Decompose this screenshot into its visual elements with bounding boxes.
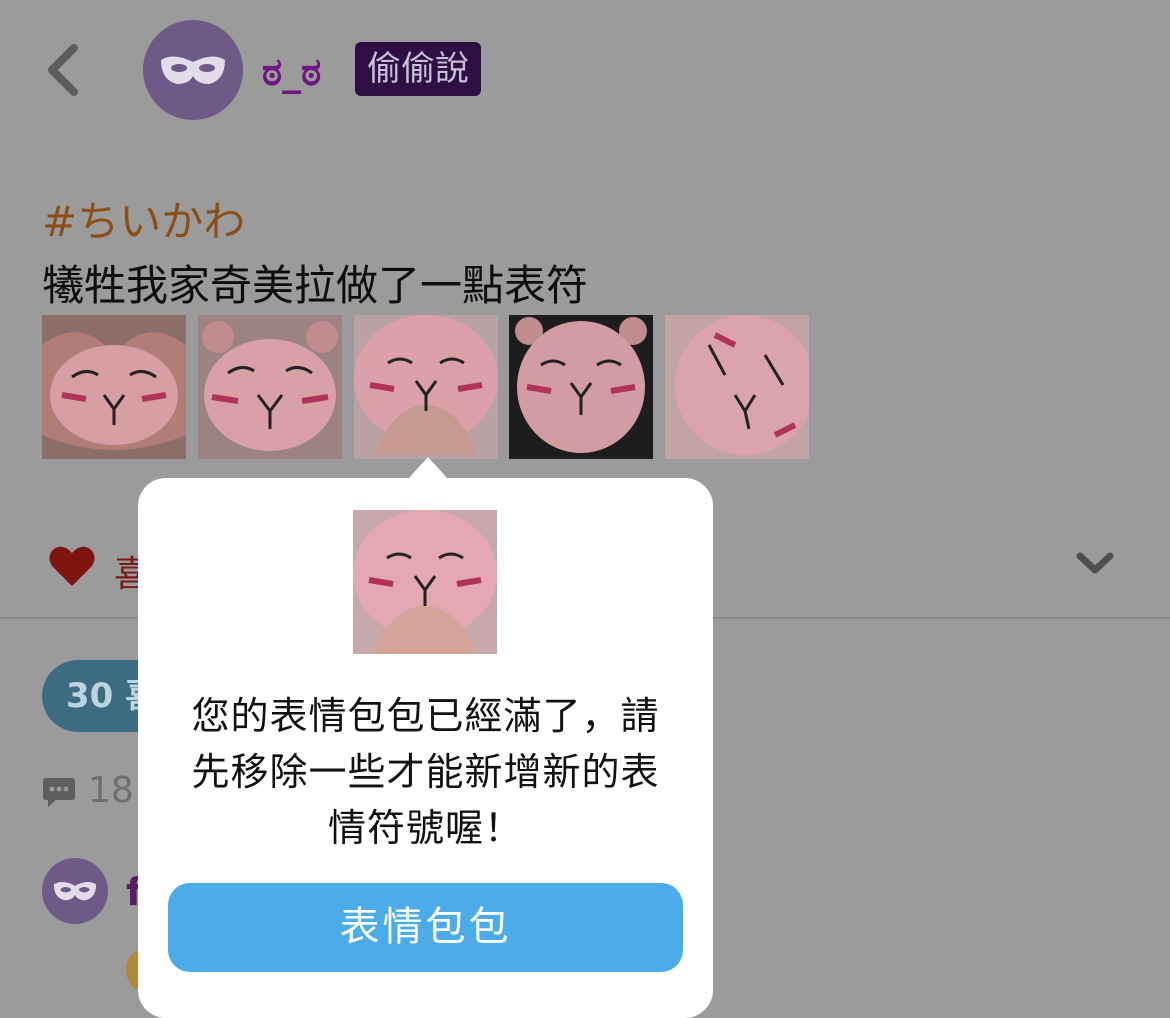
comment-button[interactable]: [42, 776, 76, 808]
back-button[interactable]: [40, 40, 90, 100]
sticker-thumbnail-3[interactable]: [354, 315, 498, 459]
sticker-thumbnail-1[interactable]: [42, 315, 186, 459]
sticker-image: [354, 315, 498, 459]
anonymous-badge: 偷偷說: [355, 42, 481, 96]
sticker-pack-button[interactable]: 表情包包: [168, 883, 683, 972]
expand-button[interactable]: [1074, 548, 1116, 580]
speech-bubble-icon: [43, 778, 75, 807]
author-name[interactable]: ಠ_ಠ: [262, 50, 321, 95]
reply-avatar[interactable]: [42, 858, 108, 924]
comment-count: 18: [88, 770, 134, 811]
heart-icon: [49, 546, 95, 586]
popup-message: 您的表情包包已經滿了，請 先移除一些才能新增新的表 情符號喔！: [162, 688, 689, 856]
sticker-thumbnail-4[interactable]: [509, 315, 653, 459]
sticker-full-popup: 您的表情包包已經滿了，請 先移除一些才能新增新的表 情符號喔！ 表情包包: [138, 478, 713, 1018]
author-avatar[interactable]: [143, 20, 243, 120]
sticker-image: [509, 315, 653, 459]
sticker-thumbnail-2[interactable]: [198, 315, 342, 459]
chevron-down-icon: [1076, 552, 1114, 574]
chevron-left-icon: [48, 44, 78, 96]
popup-message-line: 您的表情包包已經滿了，請: [191, 694, 660, 738]
sticker-image: [198, 315, 342, 459]
mask-icon: [53, 882, 97, 901]
popup-message-line: 先移除一些才能新增新的表: [191, 750, 660, 794]
like-button[interactable]: [48, 544, 96, 588]
sticker-thumbnail-5[interactable]: [665, 315, 809, 459]
sticker-image: [353, 510, 497, 654]
mask-icon: [161, 56, 225, 84]
popup-arrow: [408, 457, 448, 479]
sticker-preview: [353, 510, 497, 654]
post-text: 犧牲我家奇美拉做了一點表符: [42, 261, 589, 310]
post-hashtag[interactable]: #ちいかわ: [42, 188, 245, 249]
sticker-image: [42, 315, 186, 459]
popup-message-line: 情符號喔！: [327, 806, 523, 850]
sticker-image: [665, 315, 809, 459]
